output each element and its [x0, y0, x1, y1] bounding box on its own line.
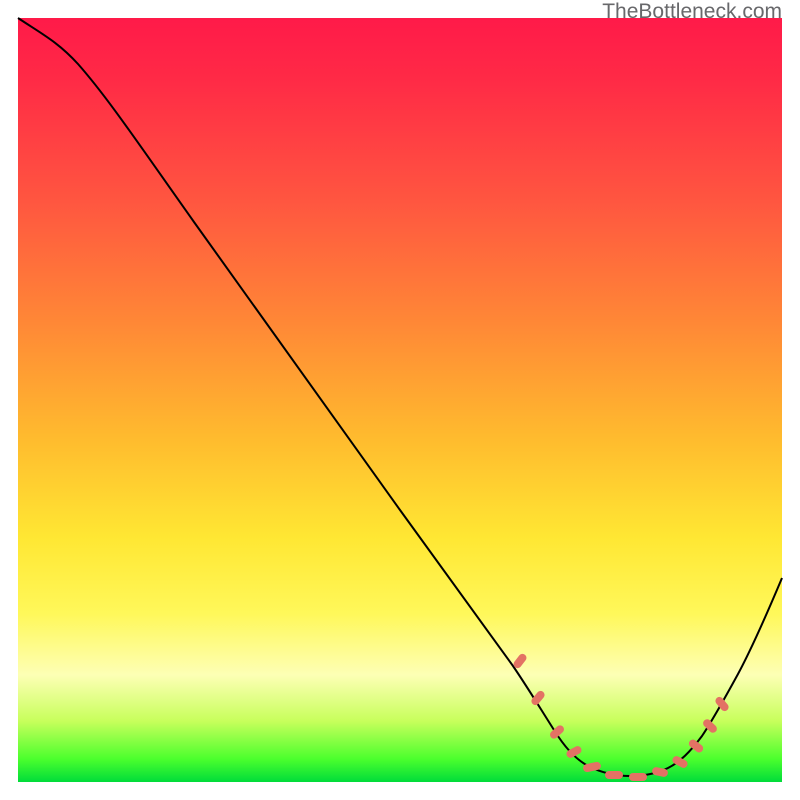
trough-marker — [605, 771, 623, 779]
curve-layer — [18, 18, 782, 782]
chart-canvas: TheBottleneck.com — [0, 0, 800, 800]
trough-marker — [714, 695, 730, 712]
trough-marker — [671, 755, 689, 770]
bottleneck-curve-path — [18, 18, 782, 776]
trough-marker — [565, 745, 583, 760]
watermark-text: TheBottleneck.com — [602, 0, 782, 24]
trough-marker — [629, 773, 647, 781]
trough-marker — [530, 689, 546, 706]
plot-area — [18, 18, 782, 782]
